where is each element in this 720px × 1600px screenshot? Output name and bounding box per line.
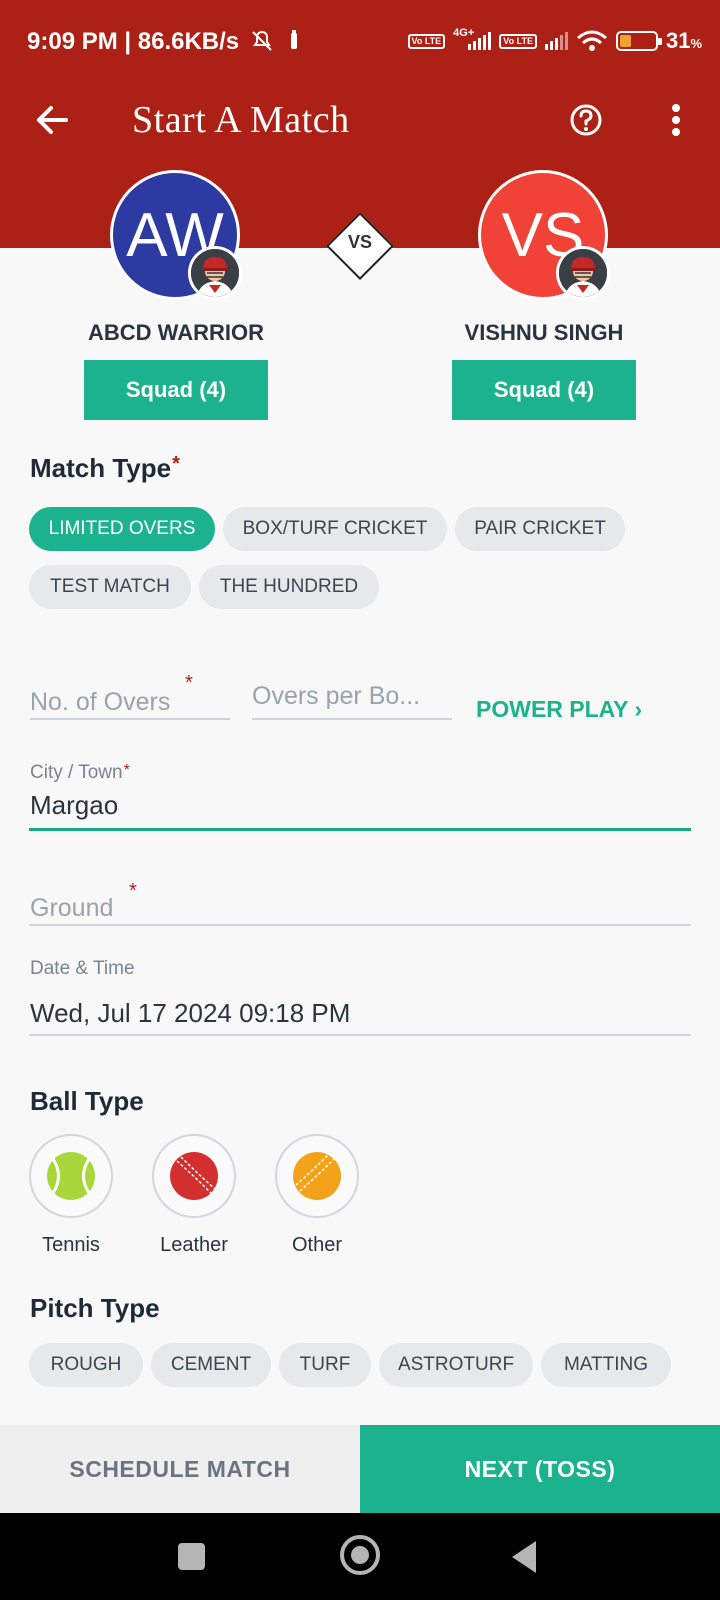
ground-required-mark: * xyxy=(129,880,137,902)
volte-badge: Vo LTE xyxy=(407,33,446,49)
date-time-label: Date & Time xyxy=(30,958,135,979)
pitch-chip-matting[interactable]: MATTING xyxy=(541,1343,671,1387)
pitch-chip-cement[interactable]: CEMENT xyxy=(151,1343,271,1387)
signal-icon-2 xyxy=(544,32,568,50)
team-a-squad-button[interactable]: Squad (4) xyxy=(84,360,268,420)
match-type-chip-box-turf[interactable]: BOX/TURF CRICKET xyxy=(223,507,447,551)
required-mark: * xyxy=(172,453,180,475)
pitch-type-title: Pitch Type xyxy=(30,1293,160,1323)
tennis-ball-icon xyxy=(47,1152,95,1200)
help-button[interactable] xyxy=(564,98,608,142)
more-vertical-icon xyxy=(672,104,680,136)
city-label: City / Town* xyxy=(30,762,130,783)
wifi-icon xyxy=(576,30,607,51)
overs-per-bowler-input[interactable]: Overs per Bo... xyxy=(252,682,420,711)
pitch-chip-turf[interactable]: TURF xyxy=(279,1343,371,1387)
power-play-button[interactable]: POWER PLAY › xyxy=(476,696,642,723)
team-b-squad-button[interactable]: Squad (4) xyxy=(452,360,636,420)
ground-underline xyxy=(29,924,691,926)
status-left: 9:09 PM | 86.6KB/s xyxy=(27,28,301,56)
ball-option-other[interactable] xyxy=(275,1134,359,1218)
help-icon xyxy=(570,104,602,136)
bottom-action-bar: SCHEDULE MATCH NEXT (TOSS) xyxy=(0,1425,720,1513)
ball-option-tennis[interactable] xyxy=(29,1134,113,1218)
match-type-chip-the-hundred[interactable]: THE HUNDRED xyxy=(199,565,379,609)
match-type-chip-test-match[interactable]: TEST MATCH xyxy=(29,565,191,609)
status-right: Vo LTE 4G+ Vo LTE 31% xyxy=(407,27,702,54)
overs-required-mark: * xyxy=(185,672,193,694)
battery-percent: 31% xyxy=(665,28,702,53)
ground-input[interactable]: Ground xyxy=(30,894,113,923)
schedule-match-button[interactable]: SCHEDULE MATCH xyxy=(0,1425,360,1513)
no-of-overs-input[interactable]: No. of Overs xyxy=(30,688,170,717)
no-of-overs-underline xyxy=(30,718,230,720)
ball-label-leather: Leather xyxy=(160,1234,228,1256)
recents-button[interactable] xyxy=(178,1543,205,1570)
city-underline xyxy=(29,828,691,831)
volte-badge-2: Vo LTE xyxy=(499,33,537,49)
next-toss-button[interactable]: NEXT (TOSS) xyxy=(360,1425,720,1513)
app-bar: Start A Match xyxy=(0,88,720,152)
system-back-button[interactable] xyxy=(512,1541,536,1573)
date-time-input[interactable]: Wed, Jul 17 2024 09:18 PM xyxy=(30,998,350,1029)
date-time-underline xyxy=(29,1034,691,1036)
team-b-captain-icon xyxy=(556,246,610,300)
overflow-menu-button[interactable] xyxy=(654,98,698,142)
back-button[interactable] xyxy=(30,98,74,142)
ball-label-other: Other xyxy=(291,1234,343,1256)
system-navigation-bar xyxy=(0,1513,720,1600)
ball-option-leather[interactable] xyxy=(152,1134,236,1218)
other-ball-icon xyxy=(293,1152,341,1200)
team-a-captain-icon xyxy=(188,246,242,300)
status-bar: 9:09 PM | 86.6KB/s Vo LTE 4G+ Vo LTE 31% xyxy=(0,0,720,88)
network-type: 4G+ xyxy=(453,27,475,39)
match-type-chip-limited-overs[interactable]: LIMITED OVERS xyxy=(29,507,215,551)
arrow-left-icon xyxy=(37,106,68,134)
city-input[interactable]: Margao xyxy=(30,790,118,821)
pitch-chip-rough[interactable]: ROUGH xyxy=(29,1343,143,1387)
page-title: Start A Match xyxy=(132,99,350,141)
pitch-chip-astroturf[interactable]: ASTROTURF xyxy=(379,1343,533,1387)
home-button[interactable] xyxy=(340,1535,380,1575)
battery-icon xyxy=(615,31,662,51)
notification-icon xyxy=(290,30,297,49)
status-time-speed: 9:09 PM | 86.6KB/s xyxy=(27,28,240,55)
vs-label: VS xyxy=(347,232,372,252)
mute-bell-icon xyxy=(252,30,272,51)
team-a-name: ABCD WARRIOR xyxy=(88,320,264,345)
match-type-title: Match Type* xyxy=(30,453,180,483)
team-b-name: VISHNU SINGH xyxy=(464,320,624,345)
leather-ball-icon xyxy=(170,1152,218,1200)
ball-label-tennis: Tennis xyxy=(42,1234,100,1256)
match-type-chip-pair-cricket[interactable]: PAIR CRICKET xyxy=(455,507,625,551)
overs-per-bowler-underline xyxy=(252,718,452,720)
ball-type-title: Ball Type xyxy=(30,1086,144,1116)
